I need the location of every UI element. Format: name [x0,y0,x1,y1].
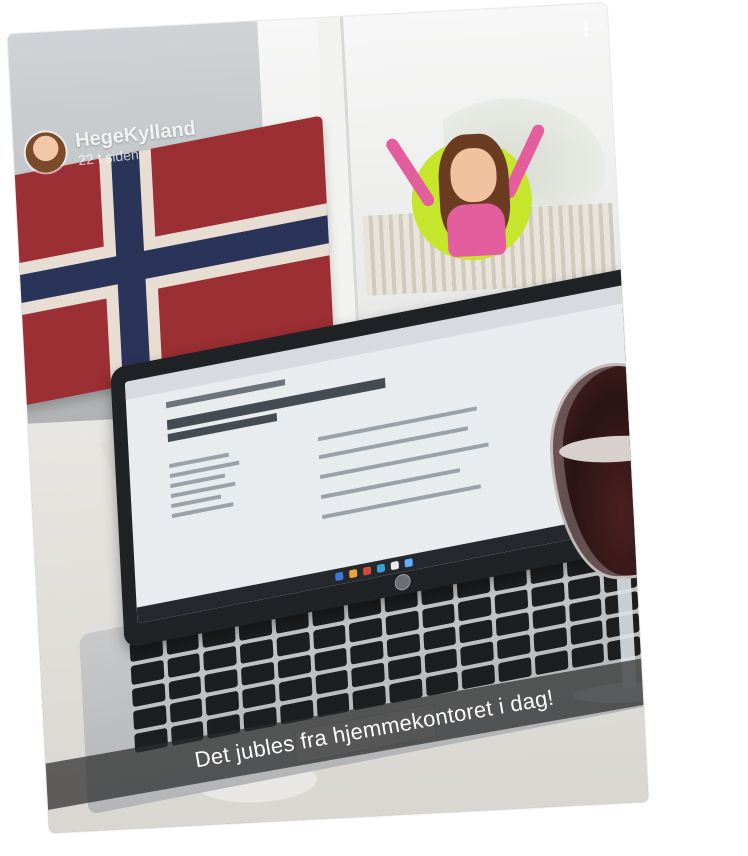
bitmoji-sticker [383,117,547,264]
story-card[interactable]: HegeKylland 22 t siden Det jubles fra hj… [7,2,649,834]
hp-logo-icon [394,572,412,592]
avatar[interactable] [25,132,66,173]
